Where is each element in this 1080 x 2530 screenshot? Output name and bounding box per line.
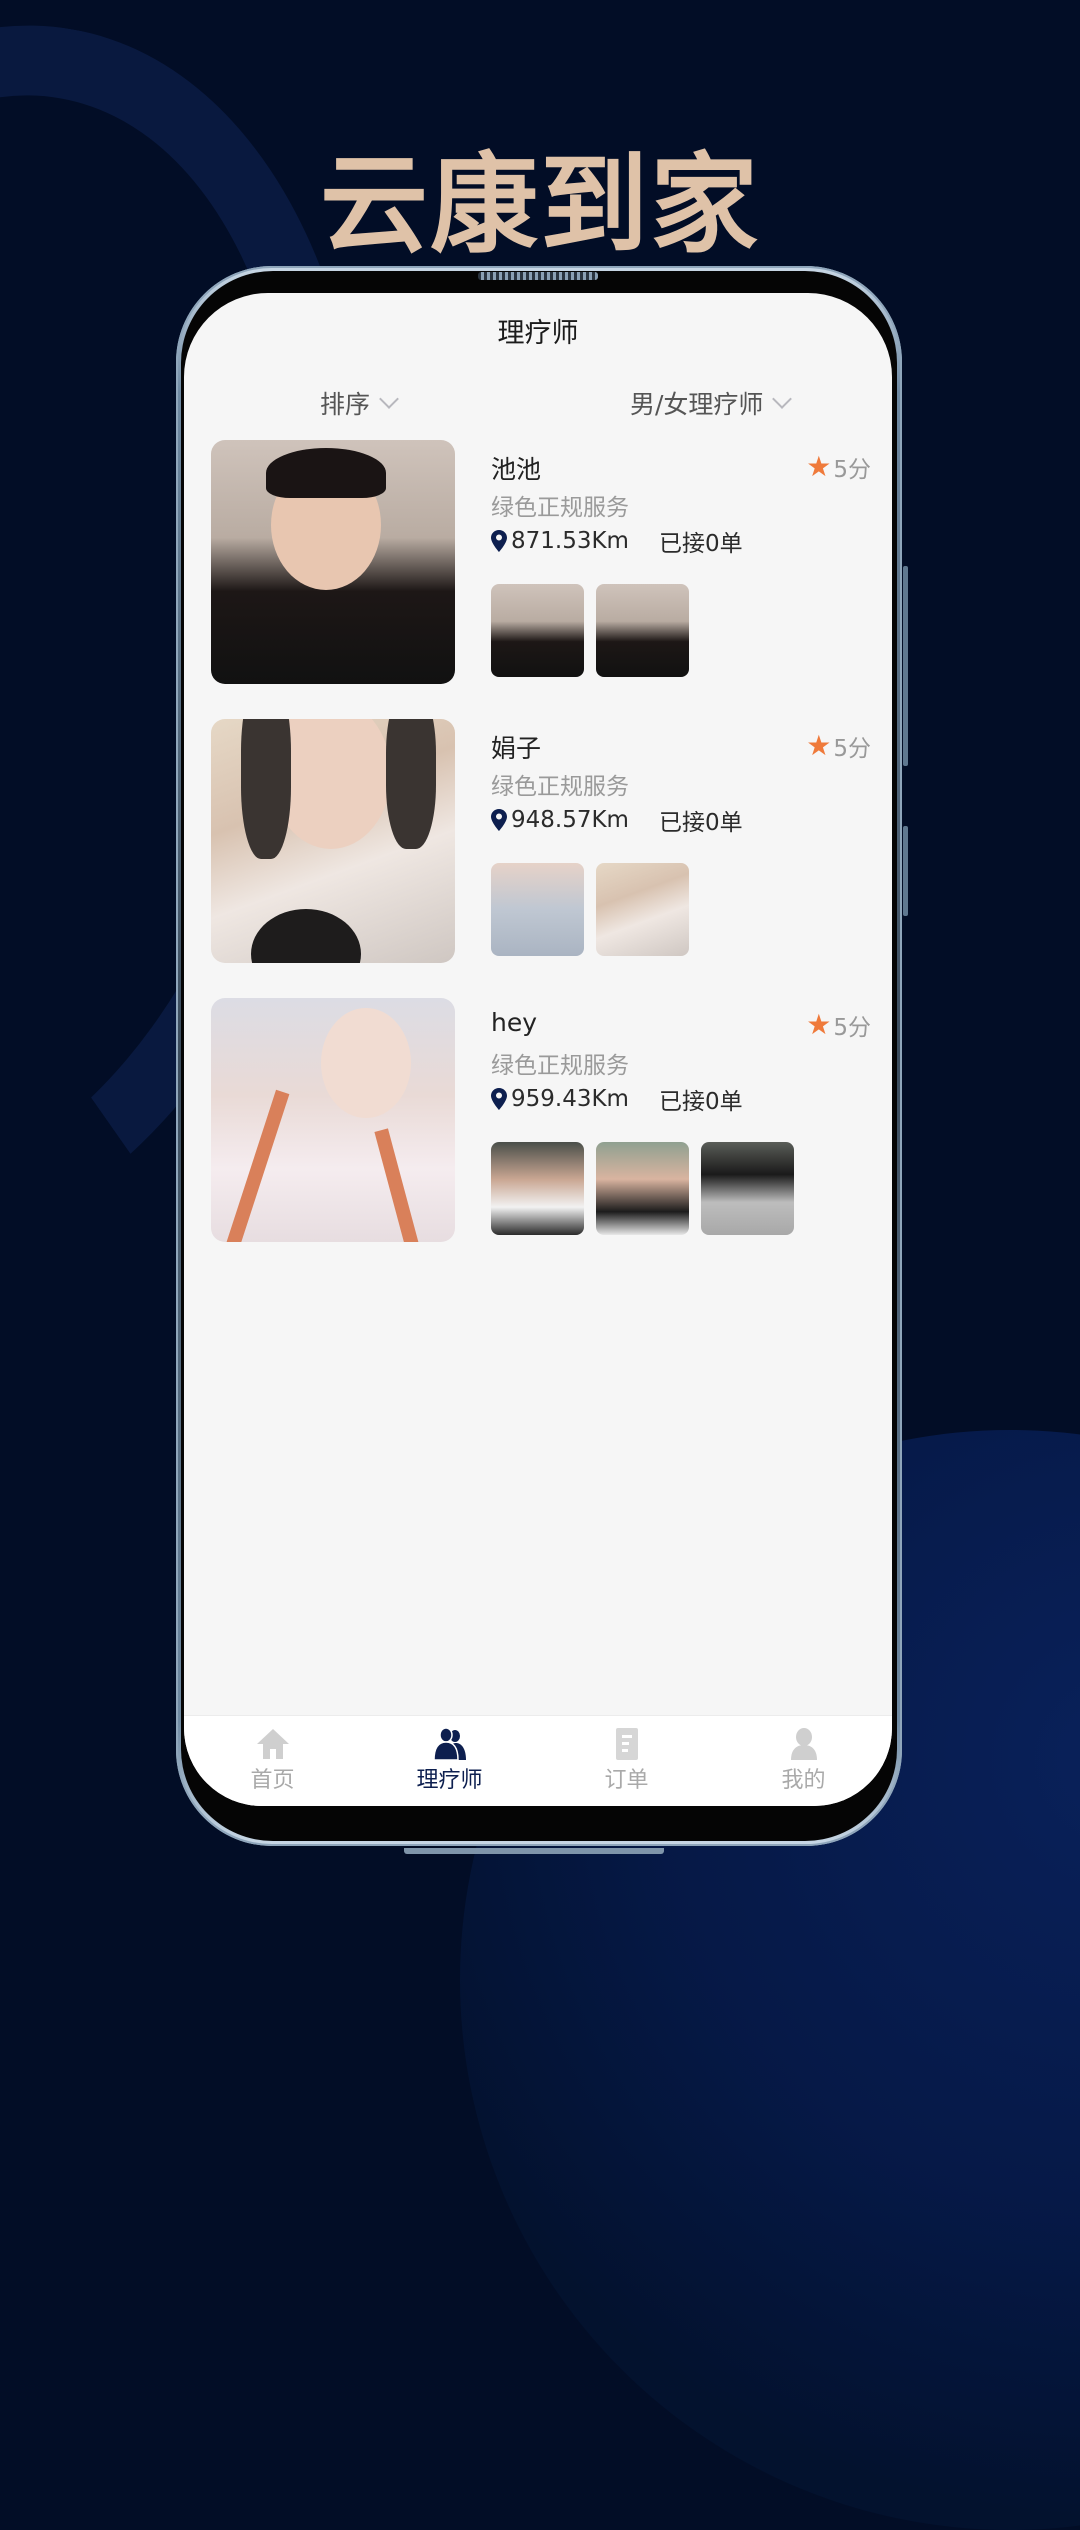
rating: ★ 5分 xyxy=(806,1008,871,1042)
page-title: 理疗师 xyxy=(497,318,579,349)
tab-profile[interactable]: 我的 xyxy=(715,1716,892,1806)
gallery-photo[interactable] xyxy=(701,1142,794,1235)
star-icon: ★ xyxy=(806,1008,832,1041)
photo-gallery xyxy=(491,863,689,956)
star-icon: ★ xyxy=(806,450,832,483)
photo-gallery xyxy=(491,1142,794,1235)
therapist-name: 池池 xyxy=(491,455,542,484)
location-pin-icon xyxy=(491,1088,507,1110)
sort-dropdown[interactable]: 排序 xyxy=(320,385,399,421)
therapist-photo[interactable] xyxy=(211,719,455,963)
order-icon xyxy=(615,1728,638,1760)
rating-value: 5分 xyxy=(833,457,871,483)
star-icon: ★ xyxy=(806,729,832,762)
power-button xyxy=(903,826,908,916)
gallery-photo[interactable] xyxy=(491,863,584,956)
rating-value: 5分 xyxy=(833,1015,871,1041)
order-count: 已接0单 xyxy=(658,1089,743,1115)
therapist-photo[interactable] xyxy=(211,998,455,1242)
tab-label: 理疗师 xyxy=(416,1768,483,1793)
chevron-down-icon xyxy=(379,389,399,409)
rating-value: 5分 xyxy=(833,736,871,762)
phone-bottom-edge xyxy=(404,1848,664,1854)
gallery-photo[interactable] xyxy=(596,584,689,677)
bottom-tab-bar: 首页 理疗师 订单 我的 xyxy=(184,1715,892,1806)
sort-label: 排序 xyxy=(320,390,371,419)
gender-filter-dropdown[interactable]: 男/女理疗师 xyxy=(630,385,793,421)
promo-title: 云康到家 xyxy=(319,143,760,268)
order-count: 已接0单 xyxy=(658,810,743,836)
service-tag: 绿色正规服务 xyxy=(491,774,629,800)
tab-therapists[interactable]: 理疗师 xyxy=(361,1716,538,1806)
phone-speaker xyxy=(478,272,598,280)
volume-button xyxy=(903,566,908,766)
user-icon xyxy=(790,1728,817,1760)
service-tag: 绿色正规服务 xyxy=(491,1053,629,1079)
gallery-photo[interactable] xyxy=(596,863,689,956)
app-screen: 理疗师 排序 男/女理疗师 池池 ★ 5分 绿色正规服务 871.53Km 已接… xyxy=(184,293,892,1806)
order-count: 已接0单 xyxy=(658,531,743,557)
gallery-photo[interactable] xyxy=(491,584,584,677)
users-icon xyxy=(432,1728,466,1760)
chevron-down-icon xyxy=(772,389,793,409)
rating: ★ 5分 xyxy=(806,729,871,763)
therapist-name: 娟子 xyxy=(491,734,542,763)
gender-filter-label: 男/女理疗师 xyxy=(630,390,764,419)
distance: 959.43Km xyxy=(511,1086,629,1112)
home-icon xyxy=(256,1729,289,1759)
tab-label: 订单 xyxy=(604,1768,649,1793)
distance: 948.57Km xyxy=(511,807,629,833)
distance: 871.53Km xyxy=(511,528,629,554)
gallery-photo[interactable] xyxy=(596,1142,689,1235)
tab-orders[interactable]: 订单 xyxy=(538,1716,715,1806)
therapist-card[interactable]: 娟子 ★ 5分 绿色正规服务 948.57Km 已接0单 xyxy=(211,719,871,969)
rating: ★ 5分 xyxy=(806,450,871,484)
location-pin-icon xyxy=(491,809,507,831)
tab-label: 首页 xyxy=(250,1768,295,1793)
service-tag: 绿色正规服务 xyxy=(491,495,629,521)
tab-home[interactable]: 首页 xyxy=(184,1716,361,1806)
tab-label: 我的 xyxy=(781,1768,826,1793)
therapist-photo[interactable] xyxy=(211,440,455,684)
location-pin-icon xyxy=(491,530,507,552)
therapist-meta: 948.57Km 已接0单 xyxy=(491,803,743,837)
therapist-card[interactable]: hey ★ 5分 绿色正规服务 959.43Km 已接0单 xyxy=(211,998,871,1248)
therapist-card[interactable]: 池池 ★ 5分 绿色正规服务 871.53Km 已接0单 xyxy=(211,440,871,690)
therapist-meta: 959.43Km 已接0单 xyxy=(491,1082,743,1116)
photo-gallery xyxy=(491,584,689,677)
gallery-photo[interactable] xyxy=(491,1142,584,1235)
therapist-name: hey xyxy=(491,1008,538,1037)
therapist-meta: 871.53Km 已接0单 xyxy=(491,524,743,558)
